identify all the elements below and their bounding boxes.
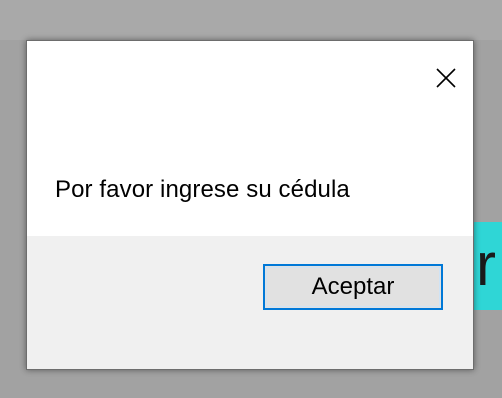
dialog-message: Por favor ingrese su cédula (55, 176, 350, 203)
dialog-footer: Aceptar (27, 236, 473, 369)
close-button[interactable] (429, 61, 463, 95)
message-dialog: Por favor ingrese su cédula Aceptar (26, 40, 474, 370)
background-text-fragment: r (476, 231, 496, 298)
ok-button[interactable]: Aceptar (263, 264, 443, 310)
close-icon (436, 68, 456, 88)
backdrop-top (0, 0, 502, 40)
